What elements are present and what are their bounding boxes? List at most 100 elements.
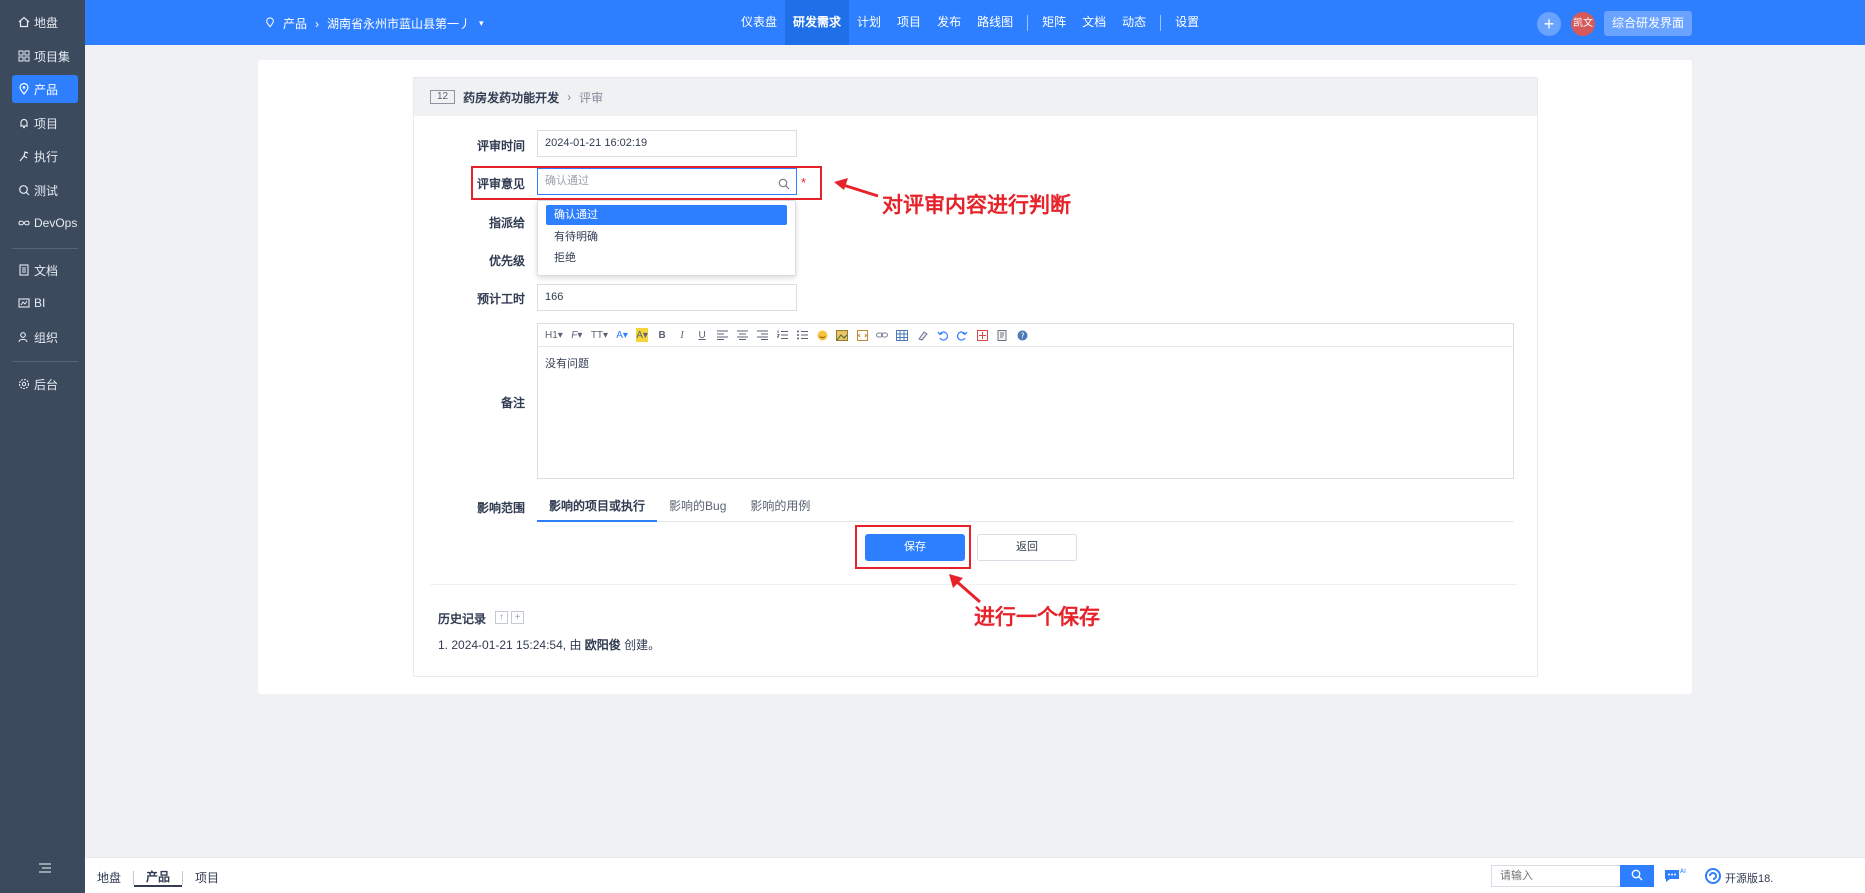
- editor-content[interactable]: 没有问题: [538, 347, 1513, 379]
- highlight-button[interactable]: A ▾: [636, 328, 649, 342]
- estimate-field[interactable]: 166: [537, 284, 797, 311]
- sidebar-item-label: 地盘: [34, 15, 59, 30]
- align-left-icon[interactable]: [716, 328, 728, 342]
- dropdown-option[interactable]: 拒绝: [546, 248, 787, 268]
- collapse-menu-icon[interactable]: [38, 862, 52, 877]
- annotation-save-text: 进行一个保存: [974, 605, 1100, 629]
- menu-matrix[interactable]: 矩阵: [1034, 0, 1074, 45]
- font-family-button[interactable]: F ▾: [571, 328, 583, 342]
- sidebar-item-program[interactable]: 项目集: [12, 42, 78, 70]
- menu-release[interactable]: 发布: [929, 0, 969, 45]
- align-center-icon[interactable]: [736, 328, 748, 342]
- sidebar-item-admin[interactable]: 后台: [12, 370, 78, 398]
- product-switcher[interactable]: 湖南省永州市蓝山县第一丿: [327, 15, 471, 32]
- redo-icon[interactable]: [956, 328, 968, 342]
- menu-dashboard[interactable]: 仪表盘: [733, 0, 785, 45]
- dropdown-option[interactable]: 确认通过: [546, 205, 787, 225]
- back-button[interactable]: 返回: [977, 534, 1077, 561]
- sidebar-item-test[interactable]: 测试: [12, 176, 78, 204]
- story-title[interactable]: 药房发药功能开发: [463, 89, 559, 106]
- sidebar-item-label: DevOps: [34, 216, 78, 230]
- sidebar-item-devops[interactable]: DevOps: [12, 209, 78, 237]
- review-time-field[interactable]: 2024-01-21 16:02:19: [537, 130, 797, 157]
- version-label: 开源版18.: [1725, 872, 1774, 885]
- menu-project[interactable]: 项目: [889, 0, 929, 45]
- sidebar-item-project[interactable]: 项目: [12, 109, 78, 137]
- sidebar-item-doc[interactable]: 文档: [12, 256, 78, 284]
- emoji-icon[interactable]: [816, 328, 828, 342]
- undo-icon[interactable]: [936, 328, 948, 342]
- annotation-judge-text: 对评审内容进行判断: [882, 193, 1071, 217]
- tab-affected-projects[interactable]: 影响的项目或执行: [537, 495, 658, 522]
- ai-chat-icon[interactable]: AI: [1663, 867, 1687, 885]
- sidebar-item-product[interactable]: 产品: [12, 75, 78, 103]
- review-opinion-dropdown: 确认通过 有待明确 拒绝: [537, 200, 796, 276]
- font-color-button[interactable]: A ▾: [616, 328, 628, 342]
- annotation-box-review: [471, 166, 822, 200]
- underline-button[interactable]: U: [696, 328, 708, 342]
- table-icon[interactable]: [896, 328, 909, 342]
- menu-doc[interactable]: 文档: [1074, 0, 1114, 45]
- tab-affected-bugs[interactable]: 影响的Bug: [657, 495, 738, 522]
- sidebar-item-label: 文档: [34, 263, 59, 278]
- menu-roadmap[interactable]: 路线图: [969, 0, 1021, 45]
- bell-icon: [18, 117, 30, 129]
- align-right-icon[interactable]: [756, 328, 768, 342]
- panel-header: 12 药房发药功能开发 › 评审: [414, 78, 1537, 116]
- history-title: 历史记录: [438, 612, 487, 626]
- avatar[interactable]: 凯文: [1571, 12, 1595, 36]
- history-expand-icon[interactable]: +: [511, 611, 524, 624]
- heading-button[interactable]: H1 ▾: [545, 328, 563, 342]
- eraser-icon[interactable]: [916, 328, 928, 342]
- fullscreen-icon[interactable]: [976, 328, 988, 342]
- italic-button[interactable]: I: [676, 328, 688, 342]
- main-menu: 仪表盘 研发需求 计划 项目 发布 路线图 矩阵 文档 动态 设置: [733, 0, 1207, 45]
- chevron-right-icon: ›: [315, 16, 320, 31]
- review-time-label: 评审时间: [476, 139, 525, 153]
- version-info[interactable]: 开源版18.: [1705, 868, 1773, 887]
- sidebar-item-dashboard[interactable]: 地盘: [12, 8, 78, 36]
- sidebar-item-bi[interactable]: BI: [12, 289, 78, 317]
- estimate-label: 预计工时: [476, 292, 525, 306]
- create-plus-icon[interactable]: +: [1537, 12, 1561, 36]
- sidebar-item-label: 项目: [34, 116, 59, 131]
- sidebar-item-label: BI: [34, 296, 46, 310]
- workspace-switcher[interactable]: 综合研发界面: [1604, 11, 1693, 36]
- menu-settings[interactable]: 设置: [1167, 0, 1207, 45]
- menu-dynamic[interactable]: 动态: [1114, 0, 1154, 45]
- template-icon[interactable]: [996, 328, 1008, 342]
- remark-editor[interactable]: H1 ▾ F ▾ TT ▾ A ▾ A ▾ B I U ? 没有问题: [537, 323, 1514, 479]
- sidebar-item-label: 后台: [34, 377, 59, 392]
- help-icon[interactable]: ?: [1016, 328, 1028, 342]
- page-subtitle: 评审: [579, 90, 604, 105]
- home-icon: [18, 16, 30, 28]
- history-sort-icon[interactable]: ↑: [495, 611, 508, 624]
- code-icon[interactable]: [856, 328, 868, 342]
- scope-label: 影响范围: [476, 501, 525, 515]
- sidebar-divider: [12, 248, 78, 249]
- breadcrumb-section[interactable]: 产品: [283, 15, 307, 32]
- sidebar-item-execution[interactable]: 执行: [12, 142, 78, 170]
- bottom-nav-dashboard[interactable]: 地盘: [85, 869, 133, 886]
- font-size-button[interactable]: TT ▾: [591, 328, 608, 342]
- tab-affected-cases[interactable]: 影响的用例: [738, 495, 822, 522]
- sidebar-item-label: 产品: [34, 82, 59, 97]
- link-icon[interactable]: [876, 328, 889, 342]
- dropdown-option[interactable]: 有待明确: [546, 227, 787, 247]
- menu-story[interactable]: 研发需求: [785, 0, 850, 45]
- sidebar-item-label: 执行: [34, 149, 59, 164]
- location-pin-icon: [265, 17, 275, 31]
- bottom-search-input[interactable]: [1491, 865, 1621, 887]
- bottom-nav-project[interactable]: 项目: [183, 869, 231, 886]
- document-icon: [18, 264, 30, 276]
- left-sidebar: 地盘 项目集 产品 项目 执行 测试 DevOps 文档 BI 组织 后台: [0, 0, 85, 893]
- menu-plan[interactable]: 计划: [849, 0, 889, 45]
- bold-button[interactable]: B: [656, 328, 668, 342]
- bottom-search-button[interactable]: [1620, 865, 1654, 887]
- bullet-list-icon[interactable]: [796, 328, 808, 342]
- bottom-nav-product[interactable]: 产品: [134, 868, 183, 887]
- image-icon[interactable]: [836, 328, 849, 342]
- ordered-list-icon[interactable]: [776, 328, 788, 342]
- sidebar-item-org[interactable]: 组织: [12, 323, 78, 351]
- story-id-badge: 12: [430, 90, 456, 104]
